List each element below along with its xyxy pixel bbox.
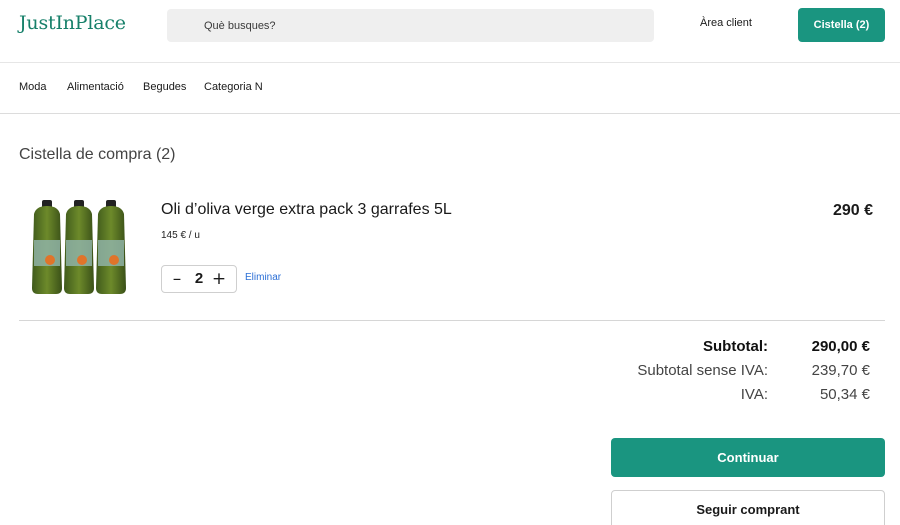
line-total: 290 €	[832, 202, 873, 219]
product-name[interactable]: Oli d’oliva verge extra pack 3 garrafes …	[161, 201, 452, 219]
nav-item-categoria-n[interactable]: Categoria N	[204, 81, 263, 93]
nav-item-moda[interactable]: Moda	[19, 81, 47, 93]
bottle-front-right	[96, 200, 126, 294]
site-header: JustInPlace Àrea client Cistella (2)	[0, 0, 900, 63]
divider	[19, 320, 885, 321]
cart-button[interactable]: Cistella (2)	[798, 8, 885, 42]
decrease-quantity-button[interactable]: –	[167, 268, 187, 290]
vat-label: IVA:	[740, 386, 768, 403]
subtotal-value: 290,00 €	[811, 338, 870, 355]
site-logo[interactable]: JustInPlace	[19, 12, 126, 34]
keep-shopping-button[interactable]: Seguir comprant	[611, 490, 885, 525]
category-nav: Moda Alimentació Begudes Categoria N	[0, 63, 900, 114]
nav-item-alimentacio[interactable]: Alimentació	[67, 81, 124, 93]
search-input[interactable]	[167, 9, 654, 42]
product-image[interactable]	[26, 196, 132, 296]
quantity-stepper: – 2 +	[161, 265, 237, 293]
search-bar[interactable]	[167, 9, 654, 42]
vat-value: 50,34 €	[819, 386, 870, 403]
subtotal-label: Subtotal:	[703, 338, 768, 355]
subtotal-no-vat-value: 239,70 €	[811, 362, 870, 379]
continue-button[interactable]: Continuar	[611, 438, 885, 477]
unit-price: 145 € / u	[161, 230, 200, 241]
subtotal-no-vat-label: Subtotal sense IVA:	[637, 362, 768, 379]
bottle-back-left	[32, 200, 62, 294]
bottle-middle	[64, 200, 94, 294]
increase-quantity-button[interactable]: +	[209, 268, 229, 290]
remove-item-link[interactable]: Eliminar	[245, 272, 281, 283]
page-title: Cistella de compra (2)	[19, 146, 176, 163]
nav-item-begudes[interactable]: Begudes	[143, 81, 186, 93]
client-area-link[interactable]: Àrea client	[700, 17, 752, 29]
quantity-value: 2	[194, 270, 204, 287]
